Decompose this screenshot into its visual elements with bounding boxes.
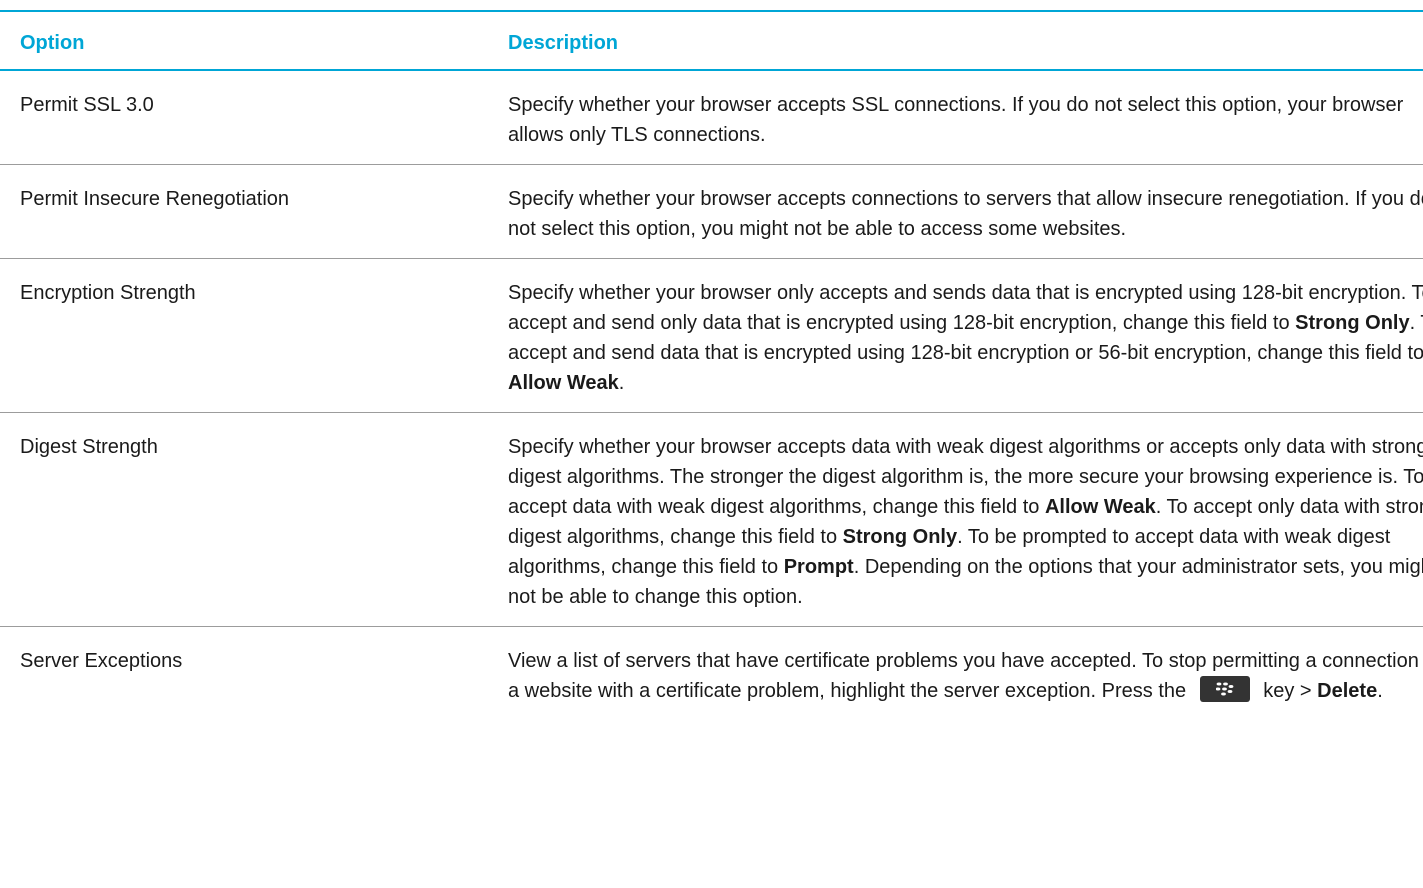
option-column-header: Option [20, 32, 85, 54]
description-text: key > [1257, 680, 1318, 702]
table-row: Permit SSL 3.0 Specify whether your brows… [0, 70, 1423, 165]
bold-term: Allow Weak [1044, 496, 1156, 518]
option-name: Server Exceptions [20, 650, 183, 672]
header-row: Option Description [0, 11, 1423, 70]
option-name: Encryption Strength [20, 282, 196, 304]
description-text: . [618, 372, 625, 394]
option-description: Specify whether your browser accepts dat… [508, 413, 1423, 627]
options-table: Option Description Permit SSL 3.0 Specify… [0, 10, 1423, 720]
description-text: Specify whether your browser accepts con… [508, 188, 1423, 240]
bold-term: Allow Weak [508, 372, 619, 394]
description-text: Specify whether your browser only accept… [508, 282, 1423, 334]
table-row: Permit Insecure Renegotiation Specify whe… [0, 165, 1423, 259]
option-name: Digest Strength [20, 436, 158, 458]
description-text: . [1377, 680, 1383, 702]
table-row: Digest Strength Specify whether your brow… [0, 413, 1423, 627]
blackberry-menu-key-icon [1199, 676, 1250, 702]
table-header: Option Description [0, 11, 1423, 70]
bold-term: Delete [1317, 680, 1378, 702]
table-body: Permit SSL 3.0 Specify whether your brows… [0, 70, 1423, 720]
table-row: Encryption Strength Specify whether your … [0, 259, 1423, 413]
option-description: View a list of servers that have certifi… [508, 627, 1423, 721]
bold-term: Strong Only [1295, 312, 1410, 334]
bold-term: Prompt [783, 556, 854, 578]
bold-term: Strong Only [842, 526, 958, 548]
option-description: Specify whether your browser only accept… [508, 259, 1423, 413]
option-description: Specify whether your browser accepts SSL… [508, 70, 1423, 165]
description-text: Specify whether your browser accepts SSL… [508, 94, 1404, 146]
option-description: Specify whether your browser accepts con… [508, 165, 1423, 259]
option-name: Permit Insecure Renegotiation [20, 188, 290, 210]
table-row: Server Exceptions View a list of servers … [0, 627, 1423, 721]
description-column-header: Description [508, 32, 619, 54]
option-name: Permit SSL 3.0 [20, 94, 154, 116]
